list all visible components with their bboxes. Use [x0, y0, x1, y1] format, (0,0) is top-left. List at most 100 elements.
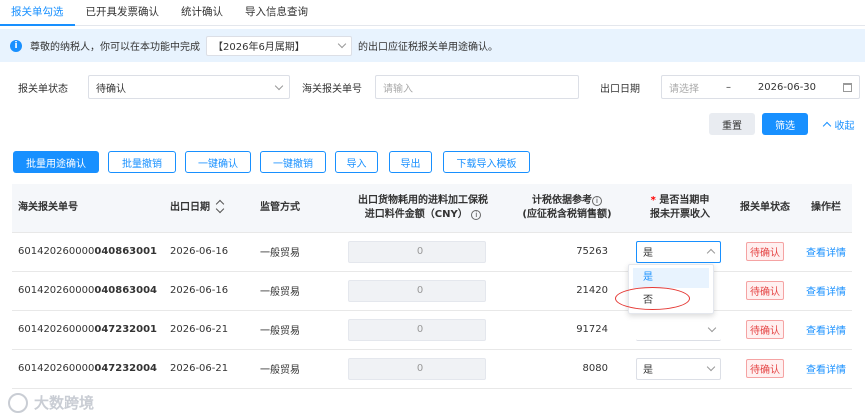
basis-cell: 21420	[504, 271, 630, 311]
amount-cell: 0	[342, 349, 504, 389]
tab-declaration-check[interactable]: 报关单勾选	[0, 0, 75, 26]
reset-button[interactable]: 重置	[709, 113, 755, 135]
declaration-table: 海关报关单号 出口日期 监管方式 出口货物耗用的进料加工保税 进口料件金额（CN…	[12, 184, 852, 389]
header-amount: 出口货物耗用的进料加工保税 进口料件金额（CNY） i	[342, 184, 504, 233]
supervision-cell: 一般贸易	[254, 310, 342, 350]
header-export-date[interactable]: 出口日期	[164, 184, 254, 233]
date-end-value: 2026-06-30	[757, 81, 817, 93]
chevron-down-icon	[707, 323, 717, 332]
watermark-text: 大数跨境	[34, 394, 95, 412]
info-circle-icon[interactable]: i	[592, 195, 602, 206]
decl-no-cell: 601420260000040863004	[12, 271, 164, 311]
header-basis: 计税依据参考 i (应征税含税销售额)	[504, 184, 630, 233]
view-details-link[interactable]: 查看详情	[806, 326, 846, 337]
status-cell: 待确认	[730, 271, 800, 311]
table-row: 601420260000047232004 2026-06-21 一般贸易 0 …	[12, 349, 852, 389]
sort-icon[interactable]	[216, 200, 224, 214]
top-tabs: 报关单勾选 已开具发票确认 统计确认 导入信息查询	[0, 0, 865, 26]
amount-input: 0	[348, 357, 486, 380]
declare-cell: 是	[630, 349, 730, 389]
decl-no-label: 海关报关单号	[302, 84, 362, 95]
export-date-cell: 2026-06-21	[164, 310, 254, 350]
decl-no-input[interactable]: 请输入	[375, 75, 579, 99]
amount-cell: 0	[342, 232, 504, 272]
status-cell: 待确认	[730, 349, 800, 389]
watermark: 大数跨境	[8, 392, 94, 413]
basis-cell: 8080	[504, 349, 630, 389]
chevron-down-icon	[274, 81, 284, 90]
date-separator: –	[725, 81, 731, 93]
declare-select[interactable]	[636, 318, 721, 341]
chevron-down-icon	[337, 39, 347, 49]
date-range-picker[interactable]: 请选择 – 2026-06-30	[661, 75, 860, 99]
status-filter-value: 待确认	[96, 83, 126, 95]
amount-input: 0	[348, 279, 486, 302]
header-basis-line2: (应征税含税销售额)	[522, 208, 612, 220]
filter-bar: 报关单状态 待确认 海关报关单号 请输入 出口日期 请选择 – 2026-06-…	[0, 72, 865, 102]
decl-no-cell: 601420260000047232001	[12, 310, 164, 350]
status-badge: 待确认	[746, 242, 784, 261]
view-details-link[interactable]: 查看详情	[806, 287, 846, 298]
status-badge: 待确认	[746, 281, 784, 300]
amount-cell: 0	[342, 271, 504, 311]
notice-prefix: 尊敬的纳税人，你可以在本功能中完成	[30, 42, 200, 53]
header-amount-line2: 进口料件金额（CNY）	[364, 208, 468, 220]
table-row: 601420260000047232001 2026-06-21 一般贸易 0 …	[12, 310, 852, 350]
chevron-up-icon	[706, 248, 716, 258]
status-cell: 待确认	[730, 310, 800, 350]
declare-select[interactable]: 是	[636, 240, 721, 263]
table-header-row: 海关报关单号 出口日期 监管方式 出口货物耗用的进料加工保税 进口料件金额（CN…	[12, 184, 852, 233]
notice-bar: i 尊敬的纳税人，你可以在本功能中完成 【2026年6月属期】 的出口应征税报关…	[0, 29, 865, 62]
batch-revoke-button[interactable]: 批量撤销	[108, 151, 176, 173]
chevron-up-icon	[822, 121, 831, 130]
period-select[interactable]: 【2026年6月属期】	[206, 35, 352, 56]
one-click-confirm-button[interactable]: 一键确认	[185, 151, 251, 173]
collapse-toggle[interactable]: 收起	[818, 113, 860, 135]
amount-cell: 0	[342, 310, 504, 350]
header-declare: * 是否当期申 报未开票收入	[630, 184, 730, 233]
header-basis-line1: 计税依据参考	[532, 194, 592, 206]
view-details-link[interactable]: 查看详情	[806, 365, 846, 376]
amount-input: 0	[348, 318, 486, 341]
dropdown-option-yes[interactable]: 是	[633, 268, 709, 288]
supervision-cell: 一般贸易	[254, 271, 342, 311]
status-badge: 待确认	[746, 320, 784, 339]
header-amount-line1: 出口货物耗用的进料加工保税	[358, 194, 488, 206]
tab-statistics-confirm[interactable]: 统计确认	[170, 0, 234, 26]
header-supervision: 监管方式	[254, 184, 342, 233]
calendar-icon	[842, 82, 852, 92]
declare-cell	[630, 310, 730, 350]
batch-confirm-button[interactable]: 批量用途确认	[13, 151, 99, 173]
header-decl-no: 海关报关单号	[12, 184, 164, 233]
amount-input: 0	[348, 240, 486, 263]
export-button[interactable]: 导出	[389, 151, 432, 173]
notice-suffix: 的出口应征税报关单用途确认。	[358, 42, 498, 53]
view-details-link[interactable]: 查看详情	[806, 248, 846, 259]
header-declare-line2: 报未开票收入	[650, 208, 710, 220]
decl-no-cell: 601420260000047232004	[12, 349, 164, 389]
declare-select[interactable]: 是	[636, 357, 721, 380]
decl-no-placeholder: 请输入	[383, 83, 413, 95]
date-label: 出口日期	[600, 84, 640, 95]
one-click-revoke-button[interactable]: 一键撤销	[260, 151, 326, 173]
search-button[interactable]: 筛选	[762, 113, 808, 135]
basis-cell: 91724	[504, 310, 630, 350]
status-filter-select[interactable]: 待确认	[88, 75, 290, 99]
import-button[interactable]: 导入	[335, 151, 378, 173]
download-template-button[interactable]: 下载导入模板	[443, 151, 530, 173]
header-ops: 操作栏	[800, 184, 852, 233]
info-icon: i	[10, 39, 22, 52]
watermark-logo-icon	[8, 392, 28, 413]
date-start-placeholder: 请选择	[669, 83, 699, 95]
export-date-cell: 2026-06-16	[164, 232, 254, 272]
collapse-label: 收起	[834, 120, 855, 132]
tab-invoiced-confirm[interactable]: 已开具发票确认	[75, 0, 171, 26]
supervision-cell: 一般贸易	[254, 232, 342, 272]
header-declare-line1: 是否当期申	[659, 194, 710, 206]
table-row: 601420260000040863004 2026-06-16 一般贸易 0 …	[12, 271, 852, 311]
info-circle-icon[interactable]: i	[471, 209, 482, 220]
period-value: 【2026年6月属期】	[213, 42, 305, 53]
ops-cell: 查看详情	[800, 232, 852, 272]
tab-import-query[interactable]: 导入信息查询	[234, 0, 319, 26]
header-status: 报关单状态	[730, 184, 800, 233]
